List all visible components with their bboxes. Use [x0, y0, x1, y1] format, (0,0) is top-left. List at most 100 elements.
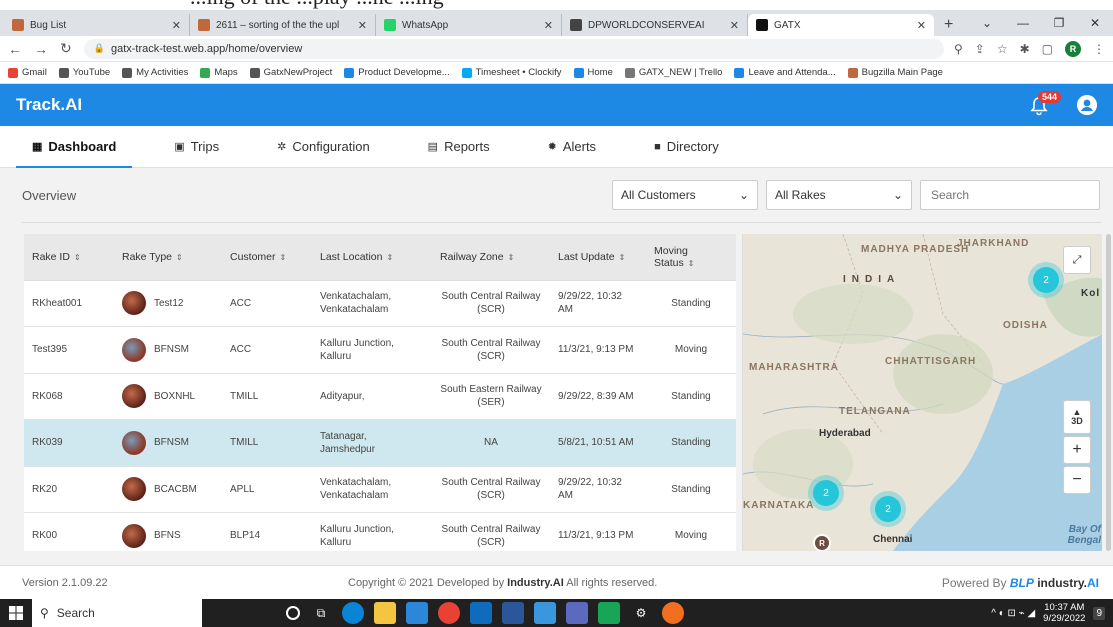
green-app-icon[interactable] [598, 602, 620, 624]
sort-icon[interactable]: ⇕ [619, 253, 626, 262]
menu-icon[interactable]: ⋮ [1093, 42, 1105, 56]
close-tab-icon[interactable]: ✕ [172, 19, 181, 32]
tab-configuration[interactable]: ✲ Configuration [261, 126, 386, 167]
settings-icon[interactable]: ⚙ [630, 602, 652, 624]
sort-icon[interactable]: ⇕ [280, 253, 287, 262]
column-header[interactable]: Railway Zone ⇕ [432, 234, 550, 281]
map-view[interactable]: MADHYA PRADESH JHARKHAND INDIA Kol ODISHA MAH… [742, 234, 1102, 551]
photos-icon[interactable] [534, 602, 556, 624]
url-field[interactable]: 🔒 gatx-track-test.web.app/home/overview [83, 38, 944, 59]
cortana-icon[interactable] [286, 606, 300, 620]
column-header[interactable]: Last Update ⇕ [550, 234, 646, 281]
windows-start-icon[interactable] [0, 599, 32, 627]
table-row[interactable]: RK00 BFNS BLP14 Kalluru Junction, Kalluru So… [24, 512, 736, 551]
browser-tab[interactable]: WhatsApp ✕ [376, 14, 562, 36]
tray-icons[interactable]: ^ ◐ ⊡ ⌁ ◢ [991, 608, 1035, 619]
new-tab-button[interactable]: + [934, 14, 963, 36]
zoom-in-button[interactable]: + [1063, 436, 1091, 464]
browser-tab[interactable]: GATX ✕ [748, 14, 934, 36]
bookmark-item[interactable]: YouTube [58, 67, 110, 78]
rake-marker[interactable]: R [813, 534, 831, 551]
column-header[interactable]: Last Location ⇕ [312, 234, 432, 281]
browser-tab[interactable]: Bug List ✕ [4, 14, 190, 36]
chrome-icon[interactable] [438, 602, 460, 624]
outlook-icon[interactable] [470, 602, 492, 624]
customer-select[interactable]: All Customers ⌄ [612, 180, 758, 210]
tab-trips[interactable]: ▣ Trips [158, 126, 235, 167]
store-icon[interactable] [406, 602, 428, 624]
sort-icon[interactable]: ⇕ [176, 253, 183, 262]
notification-center-icon[interactable]: 9 [1093, 606, 1105, 620]
location-icon[interactable]: ⚲ [954, 42, 963, 56]
scrollbar[interactable] [1106, 234, 1111, 551]
sidepanel-icon[interactable]: ▢ [1042, 42, 1053, 56]
bookmark-item[interactable]: Maps [200, 67, 238, 78]
tab-directory[interactable]: ■ Directory [638, 126, 735, 167]
rake-type-cell: BCACBM [114, 466, 222, 513]
map-cluster[interactable]: 2 [813, 480, 839, 506]
sort-icon[interactable]: ⇕ [508, 253, 515, 262]
tab-alerts[interactable]: ✹ Alerts [532, 126, 612, 167]
user-icon[interactable] [1077, 95, 1097, 115]
forward-icon[interactable]: → [34, 41, 48, 57]
column-header[interactable]: Customer ⇕ [222, 234, 312, 281]
bookmark-item[interactable]: Product Developme... [344, 67, 450, 78]
star-icon[interactable]: ☆ [997, 42, 1008, 56]
tab-reports[interactable]: ▤ Reports [412, 126, 506, 167]
fullscreen-icon[interactable]: ⤢ [1063, 246, 1091, 274]
app-icon[interactable] [566, 602, 588, 624]
column-header[interactable]: Rake ID ⇕ [24, 234, 114, 281]
close-tab-icon[interactable]: ✕ [730, 19, 739, 32]
profile-avatar[interactable]: R [1065, 40, 1081, 57]
word-icon[interactable] [502, 602, 524, 624]
map-cluster[interactable]: 2 [1033, 267, 1059, 293]
map-label: MADHYA PRADESH [861, 244, 970, 255]
table-row[interactable]: RK068 BOXNHL TMILL Adityapur, South Eastern … [24, 373, 736, 420]
zoom-out-button[interactable]: − [1063, 466, 1091, 494]
sort-icon[interactable]: ⇕ [688, 259, 695, 268]
taskbar-search[interactable]: ⚲ Search [32, 599, 202, 627]
close-tab-icon[interactable]: ✕ [917, 19, 926, 32]
table-row[interactable]: Test395 BFNSM ACC Kalluru Junction, Kalluru… [24, 326, 736, 374]
browser-tab[interactable]: 2611 – sorting of the the upl ✕ [190, 14, 376, 36]
close-tab-icon[interactable]: ✕ [358, 19, 367, 32]
tab-search-icon[interactable]: ⌄ [969, 16, 1005, 30]
bookmark-item[interactable]: GATX_NEW | Trello [624, 67, 722, 78]
clock[interactable]: 10:37 AM 9/29/2022 [1043, 602, 1085, 624]
table-row[interactable]: RK039 BFNSM TMILL Tatanagar, Jamshedpur NA 5/… [24, 419, 736, 467]
bookmark-item[interactable]: GatxNewProject [249, 67, 332, 78]
back-icon[interactable]: ← [8, 41, 22, 57]
table-row[interactable]: RK20 BCACBM APLL Venkatachalam, Venkatachal… [24, 466, 736, 513]
tab-dashboard[interactable]: ▦ Dashboard [16, 126, 133, 168]
column-header[interactable]: Moving Status ⇕ [646, 234, 736, 281]
bookmark-item[interactable]: Gmail [8, 67, 47, 78]
column-header[interactable]: Rake Type ⇕ [114, 234, 222, 281]
orange-app-icon[interactable] [662, 602, 684, 624]
update-cell: 11/3/21, 9:13 PM [550, 326, 646, 374]
share-icon[interactable]: ⇪ [975, 42, 985, 56]
extensions-icon[interactable]: ✱ [1020, 42, 1030, 56]
restore-button[interactable]: ❐ [1041, 16, 1077, 30]
minimize-button[interactable]: — [1005, 16, 1041, 30]
bookmark-item[interactable]: My Activities [122, 67, 188, 78]
close-tab-icon[interactable]: ✕ [544, 19, 553, 32]
sort-icon[interactable]: ⇕ [74, 253, 81, 262]
bookmark-item[interactable]: Leave and Attenda... [734, 67, 836, 78]
table-row[interactable]: RKheat001 Test12 ACC Venkatachalam, Venkata… [24, 280, 736, 327]
search-input[interactable] [920, 180, 1100, 210]
bookmark-item[interactable]: Bugzilla Main Page [847, 67, 943, 78]
bookmark-item[interactable]: Timesheet • Clockify [461, 67, 562, 78]
bookmark-item[interactable]: Home [573, 67, 613, 78]
map-cluster[interactable]: 2 [875, 496, 901, 522]
sort-icon[interactable]: ⇕ [386, 253, 393, 262]
task-view-icon[interactable]: ⧉ [310, 602, 332, 624]
reload-icon[interactable]: ↻ [60, 40, 72, 57]
app-header: Track.AI 544 [0, 84, 1113, 126]
close-window-button[interactable]: ✕ [1077, 16, 1113, 30]
3d-toggle-button[interactable]: ▲ 3D [1063, 400, 1091, 434]
edge-icon[interactable] [342, 602, 364, 624]
browser-tab[interactable]: DPWORLDCONSERVEAI ✕ [562, 14, 748, 36]
customer-select-value: All Customers [621, 188, 696, 202]
file-explorer-icon[interactable] [374, 602, 396, 624]
rake-select[interactable]: All Rakes ⌄ [766, 180, 912, 210]
